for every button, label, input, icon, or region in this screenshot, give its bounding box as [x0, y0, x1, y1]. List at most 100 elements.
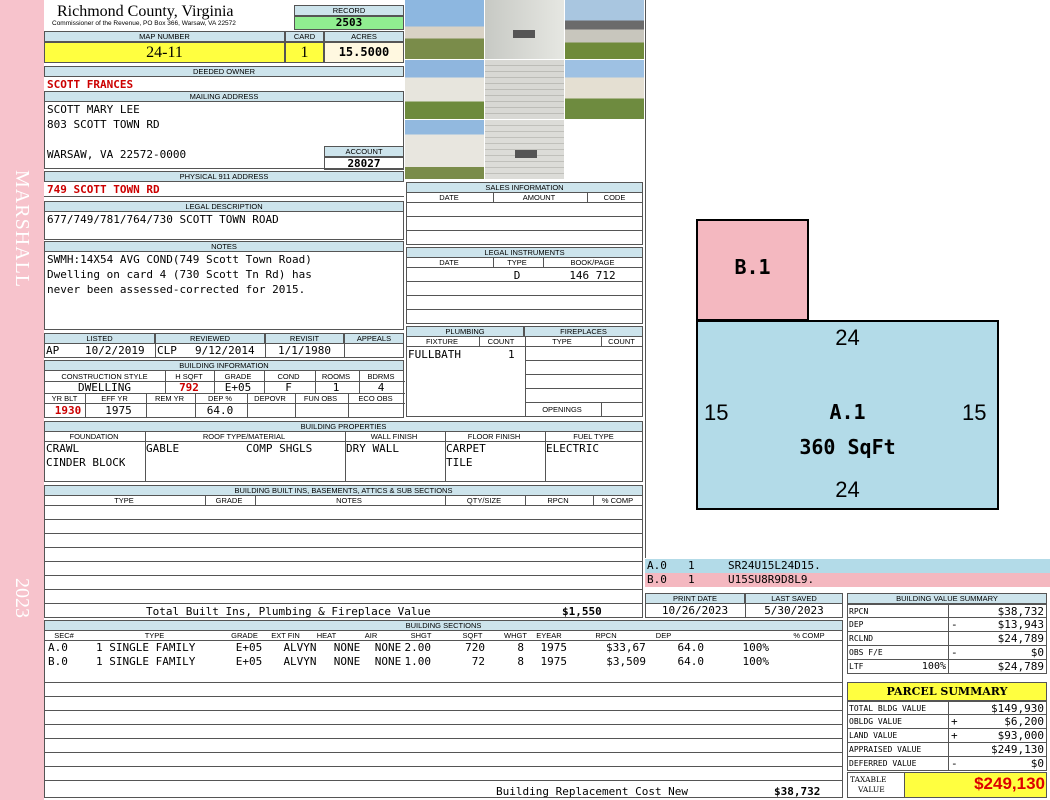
print-date-label: PRINT DATE — [645, 593, 745, 604]
county-subtitle: Commissioner of the Revenue, PO Box 366,… — [52, 20, 236, 27]
sketch-a-label: A.1 — [829, 400, 866, 424]
summary-key: RCLND — [849, 634, 874, 643]
floor-value-2: TILE — [446, 456, 473, 469]
floor-value-1: CARPET — [446, 442, 486, 455]
sections-cell: 1975 — [540, 641, 568, 654]
summary-row: OBS F/E - $0 — [847, 646, 1047, 660]
sketch-b-label: B.1 — [734, 255, 771, 279]
sections-header-cell: HEAT — [316, 631, 337, 640]
sketch-left-dim: 15 — [704, 400, 729, 425]
reviewed-date: 9/12/2014 — [195, 344, 255, 357]
sidebar-year-label: 2023 — [11, 578, 33, 618]
acres-label: ACRES — [324, 31, 404, 42]
summary-row: RPCN $38,732 — [847, 604, 1047, 618]
cond-label: COND — [277, 372, 300, 381]
summary-value: $0 — [1030, 646, 1044, 659]
parcel-summary-table: TOTAL BLDG VALUE $149,930 OBLDG VALUE + $6,2… — [847, 701, 1047, 771]
grade-value: E+05 — [224, 381, 252, 394]
house-photo — [405, 60, 484, 119]
sketch-code-a: SR24U15L24D15. — [728, 559, 821, 572]
record-label: RECORD — [294, 5, 404, 16]
builtins-pct-header: % COMP — [601, 496, 634, 505]
summary-row: TOTAL BLDG VALUE $149,930 — [847, 701, 1047, 715]
summary-value: $249,130 — [991, 743, 1044, 756]
sections-cell: 8 — [517, 641, 524, 654]
parcel-summary-label: PARCEL SUMMARY — [847, 682, 1047, 701]
legal-description-label: LEGAL DESCRIPTION — [44, 201, 404, 212]
listed-by: AP — [46, 344, 60, 357]
summary-sign: - — [951, 618, 958, 631]
summary-value: $24,789 — [997, 660, 1044, 673]
legal-type-value: D — [513, 269, 521, 282]
summary-row: OBLDG VALUE + $6,200 — [847, 715, 1047, 729]
summary-key: LTF — [849, 662, 864, 671]
revisit-date: 1/1/1980 — [278, 344, 331, 357]
notes-label: NOTES — [44, 241, 404, 252]
sketch-code-b-row — [645, 573, 1050, 587]
floor-header: FLOOR FINISH — [467, 432, 521, 441]
county-title: Richmond County, Virginia — [57, 3, 234, 20]
summary-key: APPRAISED VALUE — [849, 745, 922, 754]
wall-value: DRY WALL — [346, 442, 399, 455]
funobs-label: FUN OBS — [303, 394, 338, 403]
yrblt-label: YR BLT — [51, 394, 78, 403]
construction-style-label: CONSTRUCTION STYLE — [61, 372, 148, 381]
ecoobs-label: ECO OBS — [358, 394, 393, 403]
legal-description-value: 677/749/781/764/730 SCOTT TOWN ROAD — [47, 213, 279, 226]
sidebar: MARSHALL 2023 — [0, 0, 44, 800]
legal-book-header: BOOK/PAGE — [570, 258, 615, 267]
yrblt-value: 1930 — [54, 404, 82, 417]
physical-address-value: 749 SCOTT TOWN RD — [47, 183, 160, 196]
summary-row: LAND VALUE + $93,000 — [847, 729, 1047, 743]
summary-key: TOTAL BLDG VALUE — [849, 704, 927, 713]
last-saved-value: 5/30/2023 — [764, 604, 824, 617]
summary-key: LAND VALUE — [849, 731, 898, 740]
sections-cell: 1975 — [540, 655, 568, 668]
appeals-label: APPEALS — [344, 333, 404, 344]
sales-code-header: CODE — [603, 193, 626, 202]
summary-value: $93,000 — [997, 729, 1044, 742]
replacement-cost-label: Building Replacement Cost New — [496, 785, 689, 798]
sections-cell: 64.0 — [677, 655, 705, 668]
sketch-top-dim: 24 — [835, 325, 860, 350]
construction-style-value: DWELLING — [78, 381, 131, 394]
building-sections-label: BUILDING SECTIONS — [44, 620, 843, 631]
legal-instruments-label: LEGAL INSTRUMENTS — [406, 247, 643, 258]
sections-cell: 100% — [742, 641, 770, 654]
summary-sign: + — [951, 715, 958, 728]
mailing-line2: 803 SCOTT TOWN RD — [47, 118, 160, 131]
roof-header: ROOF TYPE/MATERIAL — [202, 432, 286, 441]
summary-value: $6,200 — [1004, 715, 1044, 728]
sketch-code-a-id: A.0 — [647, 559, 667, 572]
sketch-a-area: 360 SqFt — [799, 435, 896, 459]
sections-header-cell: AIR — [364, 631, 378, 640]
revisit-label: REVISIT — [265, 333, 344, 344]
foundation-value-2: CINDER BLOCK — [46, 456, 126, 469]
remyr-label: REM YR — [154, 394, 185, 403]
fixture-header: FIXTURE — [425, 337, 459, 346]
sketch-right-dim: 15 — [962, 400, 987, 425]
sections-cell: NONE — [333, 655, 361, 668]
legal-type-header: TYPE — [507, 258, 527, 267]
sections-cell: 720 — [465, 641, 485, 654]
legal-date-header: DATE — [439, 258, 459, 267]
sections-cell: ALVYN — [283, 655, 317, 668]
record-value: 2503 — [294, 16, 404, 30]
sections-header-cell: TYPE — [144, 631, 165, 640]
account-label: ACCOUNT — [324, 146, 404, 157]
house-photo — [565, 60, 644, 119]
sections-cell: 1 SINGLE FAMILY — [96, 641, 196, 654]
builtins-table — [44, 496, 643, 618]
summary-percent: 100% — [921, 661, 946, 672]
mailing-line3: WARSAW, VA 22572-0000 — [47, 148, 187, 161]
builtins-total-value: $1,550 — [562, 605, 602, 618]
house-photo — [405, 0, 484, 59]
sections-header-row: SEC# TYPE GRADE EXT FIN HEAT AIR SHGT SQFT WHGT E… — [44, 631, 843, 641]
effyr-label: EFF YR — [101, 394, 128, 403]
sections-cell: $33,673 — [606, 641, 646, 654]
sketch-bottom-dim: 24 — [835, 477, 860, 502]
deeded-owner-value: SCOTT FRANCES — [47, 78, 134, 91]
builtins-rpcn-header: RPCN — [547, 496, 569, 505]
fireplaces-label: FIREPLACES — [524, 326, 643, 337]
summary-sign: - — [951, 757, 958, 770]
